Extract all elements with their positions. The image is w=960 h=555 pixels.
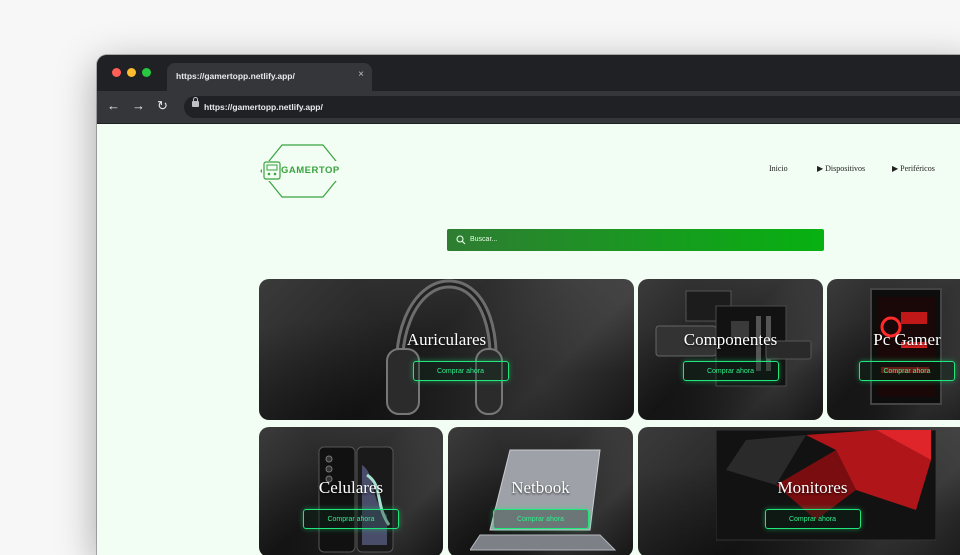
- card-celulares[interactable]: Celulares Comprar ahora: [259, 427, 443, 555]
- tab-bar: https://gamertopp.netlify.app/ ×: [97, 55, 960, 91]
- phone-image: [318, 446, 394, 553]
- address-bar[interactable]: https://gamertopp.netlify.app/: [184, 96, 960, 118]
- buy-now-button[interactable]: Comprar ahora: [303, 509, 399, 529]
- logo-text: GAMERTOP: [281, 165, 340, 176]
- card-title: Celulares: [318, 478, 384, 497]
- buy-now-button[interactable]: Comprar ahora: [859, 361, 955, 381]
- card-monitores[interactable]: Monitores Comprar ahora: [638, 427, 960, 555]
- search-input[interactable]: Buscar...: [470, 236, 497, 243]
- search-icon: [456, 235, 466, 245]
- tab-close-icon[interactable]: ×: [358, 69, 364, 80]
- tab-title: https://gamertopp.netlify.app/: [176, 71, 295, 81]
- close-window-button[interactable]: [112, 68, 121, 77]
- back-icon[interactable]: ←: [107, 98, 120, 114]
- card-componentes[interactable]: Componentes Comprar ahora: [638, 279, 823, 420]
- lock-icon: [192, 97, 199, 107]
- browser-tab[interactable]: https://gamertopp.netlify.app/ ×: [167, 63, 372, 91]
- card-netbook[interactable]: Netbook Comprar ahora: [448, 427, 633, 555]
- browser-toolbar: ← → ↻ https://gamertopp.netlify.app/: [97, 91, 960, 123]
- card-title: Monitores: [777, 478, 848, 497]
- site-logo[interactable]: GAMERTOP: [260, 141, 345, 201]
- reload-icon[interactable]: ↻: [157, 98, 168, 114]
- card-title: Pc Gamer: [873, 330, 941, 349]
- card-title: Netbook: [511, 478, 570, 497]
- nav-perifericos[interactable]: ▶ Periféricos: [892, 164, 935, 173]
- address-url: https://gamertopp.netlify.app/: [204, 102, 323, 112]
- netbook-image: [470, 449, 617, 551]
- card-pc-gamer[interactable]: Pc Gamer Comprar ahora: [827, 279, 960, 420]
- card-title: Auriculares: [406, 330, 487, 349]
- buy-now-button[interactable]: Comprar ahora: [764, 509, 861, 529]
- buy-now-button[interactable]: Comprar ahora: [682, 361, 779, 381]
- nav-dispositivos[interactable]: ▶ Dispositivos: [817, 164, 865, 173]
- search-bar[interactable]: Buscar...: [447, 229, 824, 251]
- card-auriculares[interactable]: Auriculares Comprar ahora: [259, 279, 634, 420]
- nav-inicio[interactable]: Inicio: [769, 164, 788, 173]
- maximize-window-button[interactable]: [142, 68, 151, 77]
- page-viewport: GAMERTOP Inicio ▶ Dispositivos ▶ Perifér…: [97, 124, 960, 555]
- buy-now-button[interactable]: Comprar ahora: [412, 361, 509, 381]
- minimize-window-button[interactable]: [127, 68, 136, 77]
- browser-window: https://gamertopp.netlify.app/ × ← → ↻ h…: [97, 55, 960, 555]
- card-title: Componentes: [683, 330, 778, 349]
- buy-now-button[interactable]: Comprar ahora: [492, 509, 589, 529]
- forward-icon[interactable]: →: [132, 98, 145, 114]
